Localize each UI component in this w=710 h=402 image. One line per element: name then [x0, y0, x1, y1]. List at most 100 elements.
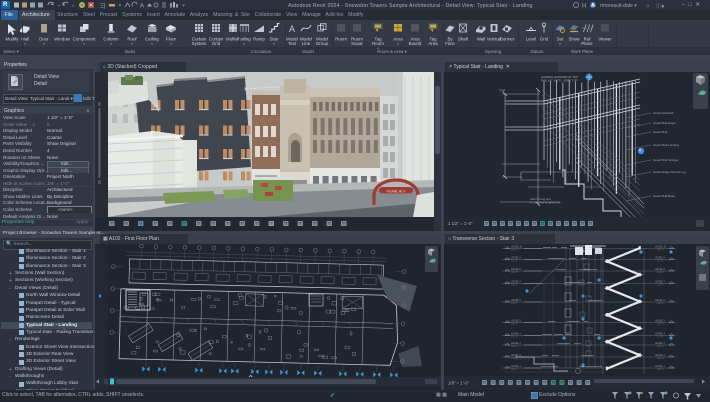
svg-text:Guard Rail: Guard Rail: [653, 130, 668, 134]
svg-text:Work Plane: Work Plane: [571, 49, 594, 54]
svg-text:Viewer: Viewer: [598, 37, 612, 42]
svg-text:172'-0": 172'-0": [657, 337, 664, 339]
svg-text:LEVEL 4: LEVEL 4: [511, 333, 521, 336]
svg-text:LEVEL 8: LEVEL 8: [511, 268, 521, 271]
svg-text:Opening: Opening: [485, 49, 502, 54]
svg-text:LEVEL 7: LEVEL 7: [655, 281, 665, 284]
svg-text:▾: ▾: [83, 42, 85, 46]
svg-text:196'-0": 196'-0": [657, 358, 664, 360]
svg-text:148'-0": 148'-0": [511, 303, 518, 305]
svg-text:LEVEL 9: LEVEL 9: [655, 257, 665, 260]
svg-text:Tr. member at safety line: Tr. member at safety line: [530, 201, 561, 205]
svg-text:Bound: Bound: [409, 41, 422, 46]
svg-text:LEVEL 6: LEVEL 6: [511, 299, 521, 302]
svg-text:▾: ▾: [110, 42, 112, 46]
svg-text:▾: ▾: [43, 42, 45, 46]
svg-text:112'-0": 112'-0": [657, 261, 664, 263]
svg-text:136'-0": 136'-0": [511, 285, 518, 287]
svg-text:Line: Line: [302, 41, 311, 46]
svg-text:1/8” = 1’-0”: 1/8” = 1’-0”: [448, 381, 469, 386]
svg-text:Model: Model: [302, 49, 314, 54]
svg-text:Ξ|: Ξ|: [100, 4, 106, 10]
svg-text:RAIL ALT. INSTL. VERT. TYP: RAIL ALT. INSTL. VERT. TYP: [541, 79, 578, 83]
svg-text:▾: ▾: [243, 42, 245, 46]
svg-text:Grid: Grid: [540, 37, 549, 42]
svg-text:Guard Rail Stringer: Guard Rail Stringer: [653, 158, 679, 162]
svg-text:Select ▾: Select ▾: [3, 49, 19, 54]
svg-text:▾: ▾: [131, 42, 133, 46]
svg-text:PEARL ALY: PEARL ALY: [387, 189, 407, 193]
svg-text:▾: ▾: [151, 42, 153, 46]
svg-text:▾: ▾: [24, 42, 26, 46]
svg-text:Separ: Separ: [351, 41, 363, 46]
svg-text:208'-0": 208'-0": [657, 369, 664, 371]
svg-text:LEVEL 1: LEVEL 1: [655, 365, 665, 368]
svg-text:LEVEL 9: LEVEL 9: [511, 257, 521, 260]
svg-text:Roof: Roof: [127, 37, 137, 42]
svg-text:Ceiling: Ceiling: [145, 37, 159, 42]
svg-text:Circulation: Circulation: [251, 49, 272, 54]
svg-text:LEVEL 6: LEVEL 6: [655, 299, 665, 302]
svg-text:Grid: Grid: [212, 41, 221, 46]
svg-text:A: A: [289, 24, 295, 34]
svg-text:Face: Face: [445, 41, 455, 46]
svg-text:Build: Build: [125, 49, 135, 54]
svg-text:A: A: [140, 4, 144, 10]
svg-text:100'-0": 100'-0": [511, 250, 518, 252]
svg-text:LEVEL 1: LEVEL 1: [511, 365, 521, 368]
svg-text:Floor: Floor: [166, 37, 177, 42]
svg-text:1 1/2” = 1’-0”: 1 1/2” = 1’-0”: [448, 221, 473, 226]
svg-text:160'-0": 160'-0": [657, 324, 664, 326]
svg-text:Text: Text: [288, 41, 297, 46]
svg-text:Stair: Stair: [269, 37, 279, 42]
svg-text:LEVEL 10: LEVEL 10: [511, 246, 523, 249]
svg-text:208'-0": 208'-0": [511, 369, 518, 371]
svg-text:LEVEL 3: LEVEL 3: [511, 342, 521, 345]
svg-text:▾: ▾: [170, 42, 172, 46]
svg-text:Plane: Plane: [581, 41, 593, 46]
svg-text:136'-0": 136'-0": [657, 285, 664, 287]
svg-text:160'-0": 160'-0": [511, 324, 518, 326]
svg-text:Guard Rail Landing: Guard Rail Landing: [653, 143, 679, 147]
svg-text:LEVEL 5: LEVEL 5: [511, 320, 521, 323]
svg-text:124'-0": 124'-0": [511, 272, 518, 274]
svg-text:▾: ▾: [397, 42, 399, 46]
svg-text:184'-0": 184'-0": [657, 346, 664, 348]
svg-text:Area: Area: [393, 37, 403, 42]
svg-text:Door: Door: [39, 37, 49, 42]
svg-text:Wall: Wall: [477, 37, 485, 42]
svg-text:Guard Edge Vertical Leg: Guard Edge Vertical Leg: [653, 170, 686, 174]
svg-text:Dormer: Dormer: [500, 37, 515, 42]
svg-text:LEVEL 3: LEVEL 3: [655, 342, 665, 345]
svg-text:184'-0": 184'-0": [511, 346, 518, 348]
svg-text:Set: Set: [557, 37, 564, 42]
svg-text:Level: Level: [526, 37, 537, 42]
svg-text:Window: Window: [54, 37, 70, 42]
svg-text:100'-0": 100'-0": [657, 250, 664, 252]
svg-text:Guard Rail Base: Guard Rail Base: [653, 194, 675, 198]
svg-text:LEVEL 7: LEVEL 7: [511, 281, 521, 284]
svg-text:System: System: [192, 41, 207, 46]
svg-text:LEVEL 4: LEVEL 4: [655, 333, 665, 336]
svg-text:Component: Component: [73, 37, 96, 42]
svg-text:Datum: Datum: [531, 49, 544, 54]
svg-text:Room & Area ▾: Room & Area ▾: [377, 49, 407, 54]
svg-text:Group: Group: [316, 41, 329, 46]
svg-text:Shaft: Shaft: [458, 37, 469, 42]
svg-text:LEVEL 5: LEVEL 5: [655, 320, 665, 323]
svg-text:Room: Room: [372, 41, 384, 46]
svg-text:LEVEL 10: LEVEL 10: [655, 246, 667, 249]
svg-text:LEVEL 2: LEVEL 2: [655, 354, 665, 357]
svg-text:Area: Area: [428, 41, 438, 46]
svg-text:172'-0": 172'-0": [511, 337, 518, 339]
svg-text:LEVEL 8: LEVEL 8: [655, 268, 665, 271]
svg-text:124'-0": 124'-0": [657, 272, 664, 274]
svg-text:Ramp: Ramp: [253, 37, 265, 42]
svg-text:Modify: Modify: [6, 37, 20, 42]
svg-text:Guard Handrail: Guard Handrail: [653, 111, 674, 115]
svg-text:148'-0": 148'-0": [657, 303, 664, 305]
svg-text:TYP: TYP: [499, 89, 505, 93]
svg-text:112'-0": 112'-0": [511, 261, 518, 263]
svg-text:•: •: [119, 4, 121, 10]
svg-text:Column: Column: [103, 37, 119, 42]
